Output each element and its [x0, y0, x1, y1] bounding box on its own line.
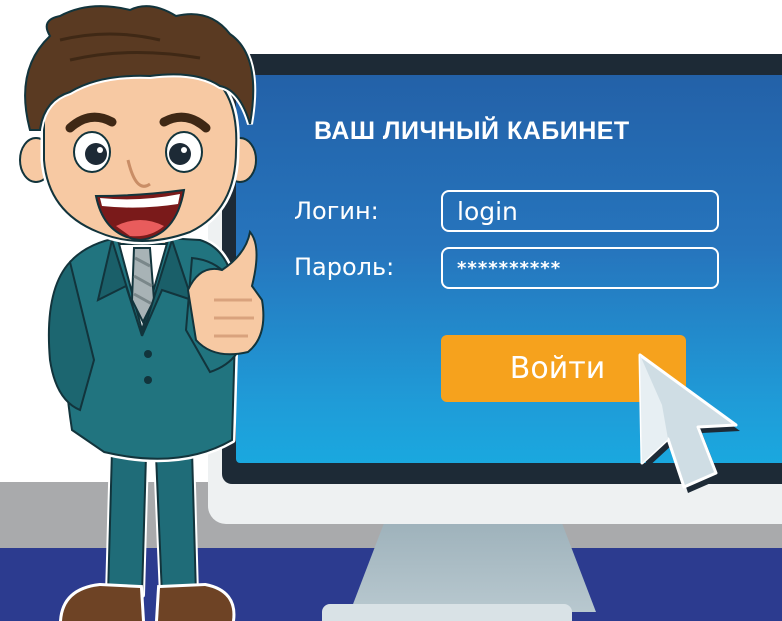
- password-label: Пароль:: [294, 253, 395, 281]
- login-title: ВАШ ЛИЧНЫЙ КАБИНЕТ: [314, 117, 630, 145]
- password-input-value: **********: [457, 257, 562, 279]
- login-label: Логин:: [294, 197, 379, 225]
- password-input[interactable]: **********: [441, 247, 719, 289]
- mouse-cursor-icon: [638, 353, 740, 493]
- cartoon-businessman-thumbs-up: [19, 3, 265, 621]
- login-input[interactable]: login: [441, 190, 719, 232]
- login-illustration: ВАШ ЛИЧНЫЙ КАБИНЕТ Логин: login Пароль: …: [0, 0, 782, 621]
- login-input-value: login: [457, 196, 518, 226]
- monitor-base: [322, 604, 572, 621]
- monitor-stand: [350, 522, 596, 612]
- login-submit-label: Войти: [509, 351, 606, 386]
